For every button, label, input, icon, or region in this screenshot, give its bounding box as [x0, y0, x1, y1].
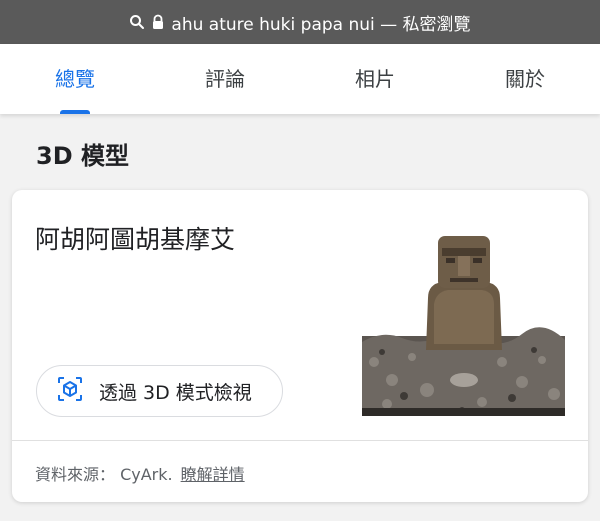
tab-bar: 總覽 評論 相片 關於	[0, 44, 600, 114]
section-title: 3D 模型	[36, 142, 129, 170]
tab-photos[interactable]: 相片	[300, 44, 450, 114]
tab-label: 總覽	[55, 66, 95, 91]
source-attribution: 資料來源： CyArk. 瞭解詳情	[35, 461, 245, 485]
model-card: 阿胡阿圖胡基摩艾 透過 3D 模式檢視 資料來源： CyArk. 瞭解詳情	[12, 190, 588, 502]
tab-label: 關於	[505, 66, 545, 91]
tab-reviews[interactable]: 評論	[150, 44, 300, 114]
search-icon	[129, 14, 145, 30]
learn-more-link[interactable]: 瞭解詳情	[181, 461, 245, 485]
view-in-3d-button[interactable]: 透過 3D 模式檢視	[36, 365, 283, 417]
3d-cube-icon	[57, 376, 83, 407]
lock-icon	[151, 14, 165, 30]
source-label: 資料來源： CyArk.	[35, 465, 173, 484]
address-bar[interactable]: ahu ature huki papa nui — 私密瀏覽	[0, 0, 600, 44]
tab-label: 評論	[205, 66, 245, 91]
moai-statue-image[interactable]	[362, 212, 565, 416]
tab-overview[interactable]: 總覽	[0, 44, 150, 114]
card-title: 阿胡阿圖胡基摩艾	[35, 225, 236, 254]
tab-label: 相片	[355, 66, 395, 91]
view-in-3d-label: 透過 3D 模式檢視	[99, 381, 252, 404]
divider	[12, 440, 588, 441]
tab-about[interactable]: 關於	[450, 44, 600, 114]
url-text: ahu ature huki papa nui — 私密瀏覽	[171, 14, 471, 35]
